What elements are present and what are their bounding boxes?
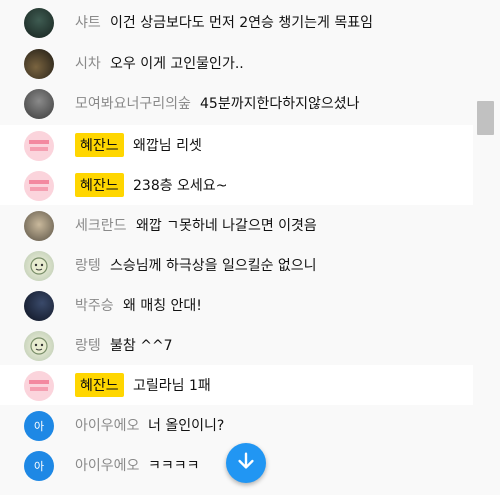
author-name[interactable]: 랑텡 [75,335,101,355]
chat-message: 시차 오우 이게 고인물인가.. [0,43,473,83]
author-name[interactable]: 아이우에오 [75,415,139,435]
message-text: 너 올인이니? [148,418,225,434]
message-text: ㅋㅋㅋㅋ [148,458,200,474]
message-text: 왜깝님 리셋 [133,138,202,154]
avatar[interactable] [24,171,54,201]
message-text: 238층 오세요~ [133,178,228,194]
chat-message: 혜잔느 왜깝님 리셋 [0,125,473,165]
author-name[interactable]: 랑텡 [75,255,101,275]
message-text: 오우 이게 고인물인가.. [110,56,244,72]
pink-logo-icon [29,140,49,151]
avatar[interactable] [24,291,54,321]
avatar[interactable] [24,49,54,79]
chat-message: 박주승 왜 매칭 안대! [0,285,473,325]
avatar[interactable] [24,251,54,281]
author-name[interactable]: 샤트 [75,12,101,32]
avatar[interactable] [24,211,54,241]
author-name[interactable]: 시차 [75,53,101,73]
chat-message: 세크란드 왜깝 ㄱ못하네 나갈으면 이겻음 [0,205,473,245]
chat-message-list[interactable]: 샤트 이건 상금보다도 먼저 2연승 챙기는게 목표임시차 오우 이게 고인물인가.… [0,0,473,495]
message-text: 고릴라님 1패 [133,378,211,394]
character-icon [30,337,48,355]
chat-message: 랑텡 불참 ^^7 [0,325,473,365]
author-name[interactable]: 모여봐요너구리의숲 [75,93,191,113]
avatar[interactable]: 아 [24,451,54,481]
chat-message: 아 아이우에오 너 올인이니? [0,405,473,445]
message-text: 불참 ^^7 [110,338,173,354]
arrow-down-icon [235,450,257,476]
author-name[interactable]: 혜잔느 [75,373,124,397]
chat-message: 혜잔느 238층 오세요~ [0,165,473,205]
message-text: 왜깝 ㄱ못하네 나갈으면 이겻음 [136,218,317,234]
author-name[interactable]: 아이우에오 [75,455,139,475]
avatar[interactable] [24,371,54,401]
pink-logo-icon [29,380,49,391]
author-name[interactable]: 혜잔느 [75,133,124,157]
chat-message: 랑텡 스승님께 하극상을 일으킬순 없으니 [0,245,473,285]
scrollbar[interactable] [473,0,500,495]
author-name[interactable]: 세크란드 [75,215,127,235]
message-text: 이건 상금보다도 먼저 2연승 챙기는게 목표임 [110,15,373,31]
character-icon [30,257,48,275]
message-text: 스승님께 하극상을 일으킬순 없으니 [110,258,317,274]
author-name[interactable]: 혜잔느 [75,173,124,197]
avatar[interactable] [24,8,54,38]
author-name[interactable]: 박주승 [75,295,114,315]
avatar-initial: 아 [33,460,45,473]
scroll-to-bottom-button[interactable] [226,443,266,483]
chat-message: 샤트 이건 상금보다도 먼저 2연승 챙기는게 목표임 [0,2,473,42]
avatar[interactable]: 아 [24,411,54,441]
avatar[interactable] [24,331,54,361]
scrollbar-thumb[interactable] [477,101,494,135]
chat-message: 모여봐요너구리의숲 45분까지한다하지않으셨나 [0,83,473,123]
message-text: 왜 매칭 안대! [123,298,202,314]
pink-logo-icon [29,180,49,191]
avatar-initial: 아 [33,420,45,433]
chat-message: 혜잔느 고릴라님 1패 [0,365,473,405]
avatar[interactable] [24,131,54,161]
message-text: 45분까지한다하지않으셨나 [200,96,360,112]
avatar[interactable] [24,89,54,119]
